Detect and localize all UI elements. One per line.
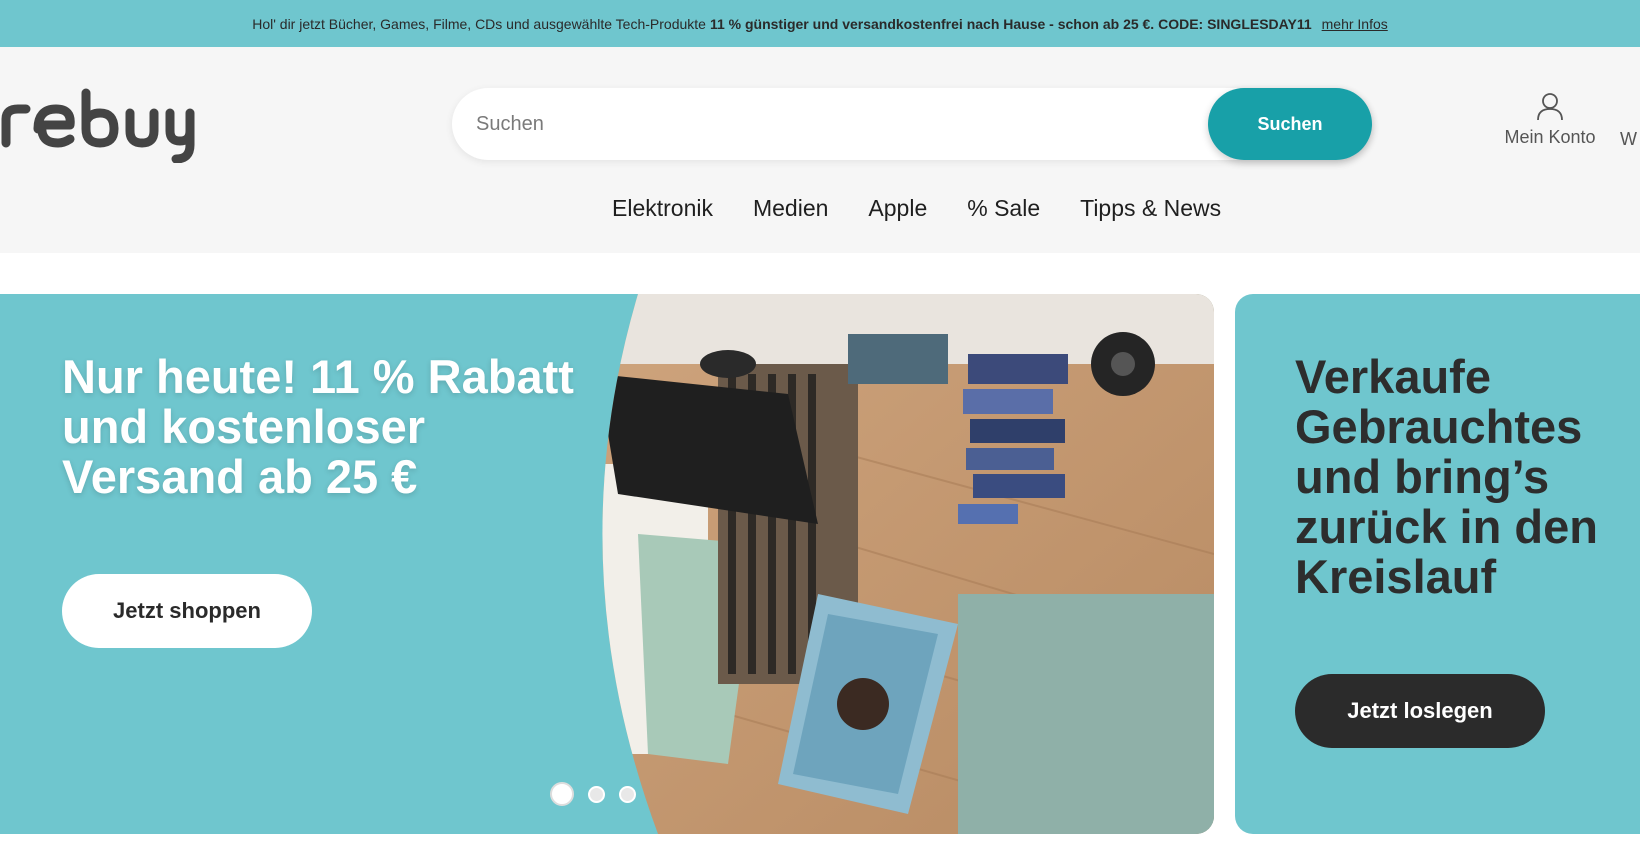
user-icon <box>1537 93 1563 121</box>
search-input[interactable] <box>476 88 1176 160</box>
account-label: Mein Konto <box>1504 127 1596 147</box>
promo-banner: Hol' dir jetzt Bücher, Games, Filme, CDs… <box>0 0 1640 47</box>
carousel-dot-2[interactable] <box>588 785 605 803</box>
nav-item-elektronik[interactable]: Elektronik <box>612 195 713 222</box>
search-bar: Suchen <box>452 88 1372 160</box>
rebuy-logo-icon <box>1 88 195 164</box>
shop-now-button[interactable]: Jetzt shoppen <box>62 574 312 648</box>
carousel-dots <box>550 782 636 806</box>
promo-text: Hol' dir jetzt Bücher, Games, Filme, CDs… <box>252 15 706 32</box>
site-header: Suchen Mein Konto W Elektronik Medien Ap… <box>0 47 1640 253</box>
sell-card: Verkaufe Gebrauchtes und bring’s zurück … <box>1235 294 1640 834</box>
hero-image <box>602 294 1214 834</box>
nav-item-tipps-news[interactable]: Tipps & News <box>1080 195 1221 222</box>
main-navigation: Elektronik Medien Apple % Sale Tipps & N… <box>612 195 1221 222</box>
promo-highlight: 11 % günstiger und versandkostenfrei nac… <box>709 15 1312 32</box>
account-link[interactable]: Mein Konto <box>1500 91 1600 148</box>
hero-title: Nur heute! 11 % Rabatt und kostenloser V… <box>62 350 574 503</box>
search-button[interactable]: Suchen <box>1208 88 1372 160</box>
rebuy-logo[interactable] <box>0 83 200 164</box>
truncated-header-link[interactable]: W <box>1620 129 1637 150</box>
nav-item-apple[interactable]: Apple <box>868 195 927 222</box>
nav-item-medien[interactable]: Medien <box>753 195 828 222</box>
get-started-button[interactable]: Jetzt loslegen <box>1295 674 1545 748</box>
promo-more-info-link[interactable]: mehr Infos <box>1322 16 1388 32</box>
carousel-dot-3[interactable] <box>619 785 636 803</box>
hero-banner: Nur heute! 11 % Rabatt und kostenloser V… <box>0 294 1214 834</box>
sell-card-title: Verkaufe Gebrauchtes und bring’s zurück … <box>1295 350 1598 603</box>
nav-item-sale[interactable]: % Sale <box>967 195 1040 222</box>
carousel-dot-1[interactable] <box>550 782 574 806</box>
